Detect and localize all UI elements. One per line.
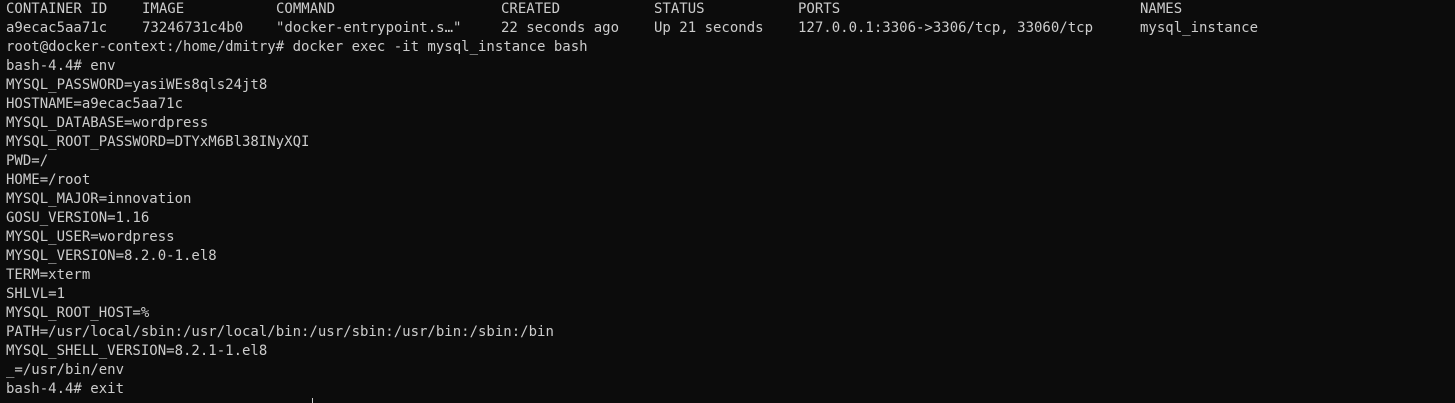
text-cursor <box>312 398 313 403</box>
cell-container-id: a9ecac5aa71c <box>6 20 108 36</box>
terminal-line: MYSQL_PASSWORD=yasiWEs8qls24jt8 <box>6 77 268 93</box>
terminal-line: MYSQL_USER=wordpress <box>6 229 175 245</box>
terminal-line: TERM=xterm <box>6 267 91 283</box>
header-created: CREATED <box>501 1 561 17</box>
terminal-line: GOSU_VERSION=1.16 <box>6 210 150 226</box>
terminal-line: MYSQL_DATABASE=wordpress <box>6 115 209 131</box>
terminal-line: PWD=/ <box>6 153 49 169</box>
terminal-window[interactable]: CONTAINER ID IMAGE COMMAND CREATED STATU… <box>0 0 1455 403</box>
terminal-line: root@docker-context:/home/dmitry# docker… <box>6 39 588 55</box>
cell-command: "docker-entrypoint.s…" <box>276 20 462 36</box>
docker-ps-data-row: a9ecac5aa71c 73246731c4b0 "docker-entryp… <box>6 19 1455 38</box>
cell-names: mysql_instance <box>1140 20 1259 36</box>
terminal-line: HOSTNAME=a9ecac5aa71c <box>6 96 184 112</box>
cell-status: Up 21 seconds <box>654 20 764 36</box>
header-container-id: CONTAINER ID <box>6 1 108 17</box>
cell-image: 73246731c4b0 <box>142 20 244 36</box>
header-names: NAMES <box>1140 1 1183 17</box>
docker-ps-header-row: CONTAINER ID IMAGE COMMAND CREATED STATU… <box>6 0 1455 19</box>
terminal-line: SHLVL=1 <box>6 286 66 302</box>
header-status: STATUS <box>654 1 705 17</box>
terminal-line: HOME=/root <box>6 172 91 188</box>
header-image: IMAGE <box>142 1 185 17</box>
header-ports: PORTS <box>798 1 841 17</box>
terminal-line: MYSQL_ROOT_PASSWORD=DTYxM6Bl38INyXQI <box>6 134 310 150</box>
terminal-line: MYSQL_VERSION=8.2.0-1.el8 <box>6 248 217 264</box>
terminal-line: _=/usr/bin/env <box>6 362 125 378</box>
terminal-line: MYSQL_MAJOR=innovation <box>6 191 192 207</box>
terminal-line: PATH=/usr/local/sbin:/usr/local/bin:/usr… <box>6 324 554 340</box>
terminal-output: CONTAINER ID IMAGE COMMAND CREATED STATU… <box>6 0 1455 399</box>
header-command: COMMAND <box>276 1 336 17</box>
cell-created: 22 seconds ago <box>501 20 620 36</box>
terminal-line: bash-4.4# env <box>6 58 116 74</box>
terminal-line: MYSQL_SHELL_VERSION=8.2.1-1.el8 <box>6 343 268 359</box>
terminal-line: bash-4.4# exit <box>6 381 125 397</box>
cell-ports: 127.0.0.1:3306->3306/tcp, 33060/tcp <box>798 20 1094 36</box>
terminal-line: MYSQL_ROOT_HOST=% <box>6 305 150 321</box>
